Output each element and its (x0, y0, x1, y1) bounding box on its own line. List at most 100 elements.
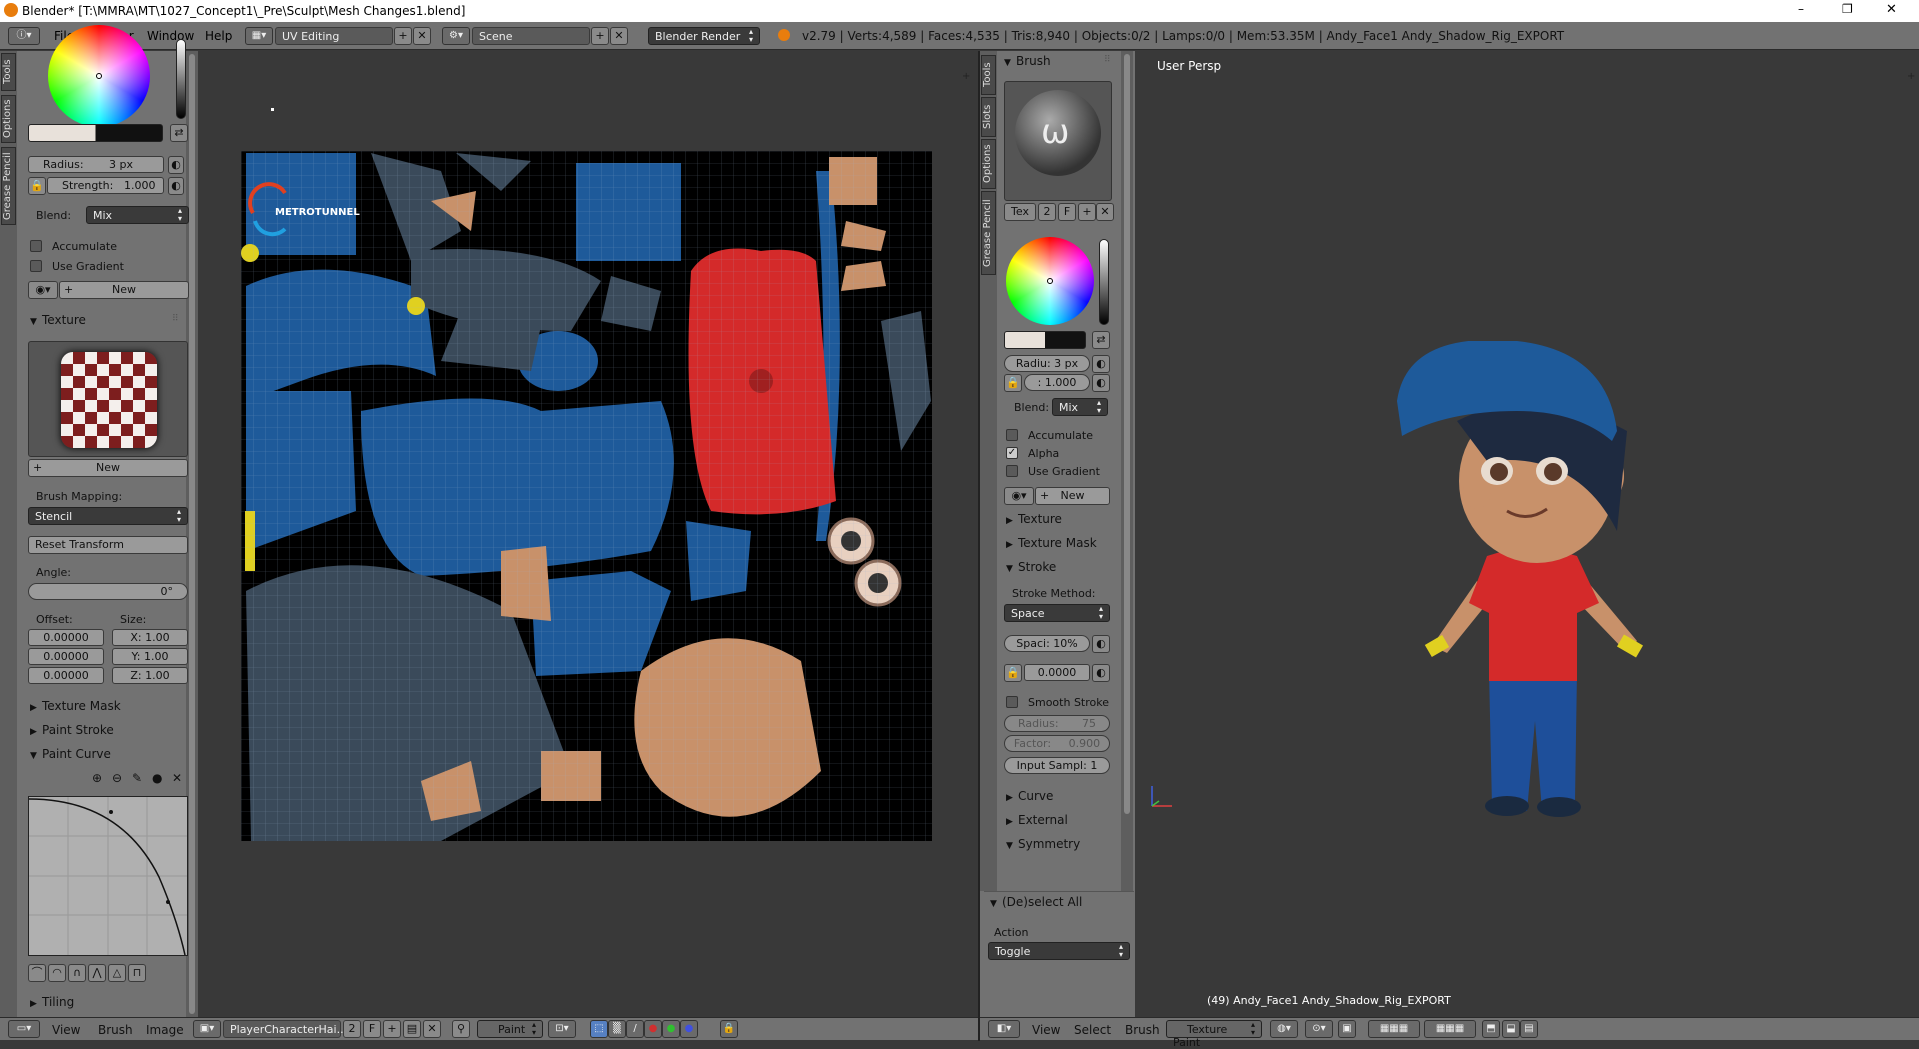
pin-icon[interactable]: ⚲ (452, 1020, 470, 1038)
accumulate-checkbox[interactable] (30, 240, 42, 252)
strength-field[interactable]: Strength: 1.000 (47, 177, 164, 194)
render-engine-select[interactable]: Blender Render (648, 27, 760, 45)
image-users-count[interactable]: 2 (343, 1020, 361, 1038)
open-image-icon[interactable]: ▤ (403, 1020, 421, 1038)
pivot-point-icon[interactable]: ⊙▾ (1305, 1020, 1333, 1038)
color-wheel[interactable] (48, 25, 150, 127)
right-accumulate-checkbox[interactable] (1006, 429, 1018, 441)
zoom-in-icon[interactable]: ⊕ (92, 771, 102, 785)
uv-image-editor[interactable]: + METROTUNNEL (200, 51, 978, 1017)
brush-preview[interactable]: ω (1004, 81, 1112, 201)
right-radius-field[interactable]: Radiu: 3 px (1004, 355, 1090, 372)
reset-transform-button[interactable]: Reset Transform (28, 536, 188, 554)
paint-stroke-panel-header[interactable]: ▶ Paint Stroke (30, 723, 114, 737)
viewport-menu-view[interactable]: View (1032, 1023, 1060, 1037)
texture-panel-header[interactable]: ▼ Texture (30, 313, 86, 327)
unlink-image-icon[interactable]: ✕ (423, 1020, 441, 1038)
remove-brush-icon[interactable]: ✕ (1096, 203, 1114, 221)
add-brush-icon[interactable]: + (1078, 203, 1096, 221)
character-model[interactable] (1377, 341, 1697, 821)
brush-mapping-select[interactable]: Stencil (28, 507, 188, 525)
stroke-panel-header[interactable]: ▼ Stroke (1006, 560, 1056, 574)
screen-layout-field[interactable]: UV Editing (275, 27, 393, 45)
tab-grease-pencil[interactable]: Grease Pencil (1, 147, 16, 225)
viewport-region-toggle-icon[interactable]: + (1907, 71, 1915, 82)
value-slider[interactable] (176, 39, 186, 119)
preset-smooth-icon[interactable]: ⌒ (28, 964, 46, 982)
remove-layout-icon[interactable]: ✕ (413, 27, 431, 45)
menu-window[interactable]: Window (147, 29, 194, 43)
curve-delete-icon[interactable]: ✕ (172, 771, 182, 785)
brush-panel-header[interactable]: ▼ Brush (1004, 54, 1051, 68)
palette-icon[interactable]: ◉▾ (28, 281, 58, 299)
size-y-field[interactable]: Y: 1.00 (112, 648, 188, 665)
stroke-method-select[interactable]: Space (1004, 604, 1110, 622)
remove-scene-icon[interactable]: ✕ (610, 27, 628, 45)
curve-panel-header[interactable]: ▶ Curve (1006, 789, 1053, 803)
menu-help[interactable]: Help (205, 29, 232, 43)
viewport-menu-select[interactable]: Select (1074, 1023, 1111, 1037)
brush-drag-handle[interactable]: ⠿ (1104, 55, 1112, 65)
uv-mode-select[interactable]: Paint (477, 1020, 543, 1038)
brush-users-count[interactable]: 2 (1038, 203, 1056, 221)
face-mask-icon[interactable]: ▣ (1338, 1020, 1356, 1038)
editor-type-icon[interactable]: ▭▾ (8, 1020, 40, 1038)
preset-constant-icon[interactable]: ⊓ (128, 964, 146, 982)
menu-brush[interactable]: Brush (98, 1023, 133, 1037)
menu-image[interactable]: Image (146, 1023, 184, 1037)
tab-options[interactable]: Options (1, 95, 16, 143)
right-blend-select[interactable]: Mix (1052, 398, 1108, 416)
restore-button[interactable]: ❐ (1842, 2, 1853, 16)
right-primary-secondary-color[interactable] (1004, 331, 1086, 349)
3d-viewport[interactable]: User Persp + (49) Andy_Face1 Andy_Shadow… (1137, 51, 1919, 1017)
minimize-button[interactable]: – (1798, 2, 1804, 16)
curve-preset-bar[interactable]: ⌒ ◠ ∩ ⋀ △ ⊓ (28, 964, 148, 982)
add-layout-icon[interactable]: + (394, 27, 412, 45)
scene-field[interactable]: Scene (472, 27, 590, 45)
size-z-field[interactable]: Z: 1.00 (112, 667, 188, 684)
offset-y-field[interactable]: 0.00000 (28, 648, 104, 665)
tab-tools[interactable]: Tools (1, 53, 16, 91)
jitter-field[interactable]: 0.0000 (1024, 664, 1090, 681)
render-preview-icon[interactable]: ⬒ (1482, 1020, 1500, 1038)
radius-pressure-icon[interactable]: ◐ (168, 156, 184, 174)
viewport-editor-type-icon[interactable]: ◧▾ (988, 1020, 1020, 1038)
display-channels-icon[interactable]: ▒ (608, 1020, 626, 1038)
falloff-curve[interactable] (28, 796, 188, 956)
spacing-pressure-icon[interactable]: ◐ (1092, 635, 1110, 653)
jitter-lock-icon[interactable]: 🔒 (1004, 664, 1022, 682)
interaction-mode-select[interactable]: Texture Paint (1166, 1020, 1262, 1049)
pivot-icon[interactable]: ⊡▾ (548, 1020, 576, 1038)
screen-layout-icon[interactable]: ▦▾ (245, 27, 273, 45)
spacing-field[interactable]: Spaci: 10% (1004, 635, 1090, 652)
input-samples-field[interactable]: Input Sampl: 1 (1004, 757, 1110, 774)
layer-grid-1-icon[interactable]: ▦▦▦ (1368, 1020, 1420, 1038)
right-strength-pressure-icon[interactable]: ◐ (1092, 374, 1110, 392)
right-texture-mask-header[interactable]: ▶ Texture Mask (1006, 536, 1097, 550)
anim-render-icon[interactable]: ▤ (1520, 1020, 1538, 1038)
layer-grid-2-icon[interactable]: ▦▦▦ (1424, 1020, 1476, 1038)
green-channel-icon[interactable]: ● (662, 1020, 680, 1038)
texture-drag-handle[interactable]: ⠿ (172, 314, 180, 324)
menu-view[interactable]: View (52, 1023, 80, 1037)
right-scrollbar[interactable] (1121, 51, 1133, 891)
right-new-palette-button[interactable]: + New (1035, 487, 1110, 505)
lock-view-icon[interactable]: 🔒 (720, 1020, 738, 1038)
uv-texture-image[interactable]: METROTUNNEL (241, 151, 932, 841)
tiling-panel-header[interactable]: ▶ Tiling (30, 995, 74, 1009)
offset-z-field[interactable]: 0.00000 (28, 667, 104, 684)
right-swap-colors-icon[interactable]: ⇄ (1092, 331, 1110, 349)
preset-linear-icon[interactable]: △ (108, 964, 126, 982)
wrench-icon[interactable]: ✎ (132, 771, 142, 785)
smooth-radius-field[interactable]: Radius: 75 (1004, 715, 1110, 732)
smooth-factor-field[interactable]: Factor: 0.900 (1004, 735, 1110, 752)
image-name-field[interactable]: PlayerCharacterHai... (223, 1020, 347, 1038)
size-x-field[interactable]: X: 1.00 (112, 629, 188, 646)
action-select[interactable]: Toggle (988, 942, 1130, 960)
use-gradient-checkbox[interactable] (30, 260, 42, 272)
right-color-wheel[interactable] (1006, 237, 1094, 325)
smooth-stroke-checkbox[interactable] (1006, 696, 1018, 708)
right-tab-tools[interactable]: Tools (981, 55, 996, 95)
external-panel-header[interactable]: ▶ External (1006, 813, 1068, 827)
zoom-out-icon[interactable]: ⊖ (112, 771, 122, 785)
